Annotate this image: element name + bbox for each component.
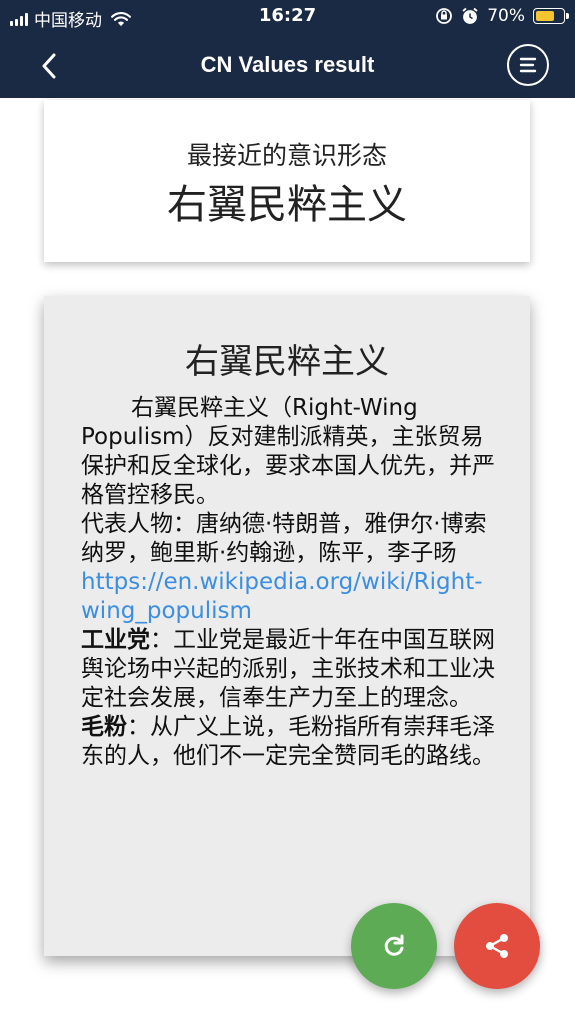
ideology-description-block: 右翼民粹主义（Right-Wing Populism）反对建制派精英，主张贸易保… (81, 394, 501, 771)
term-name: 毛粉 (81, 714, 127, 740)
rotation-lock-icon (436, 8, 453, 24)
share-button[interactable] (454, 903, 540, 989)
term-name: 工业党 (81, 627, 150, 653)
menu-icon (519, 57, 537, 73)
alarm-icon (462, 7, 478, 24)
app-header: 中国移动 16:27 70% CN Values result (0, 0, 575, 98)
closest-ideology-label: 最接近的意识形态 (186, 141, 387, 170)
closest-ideology-name: 右翼民粹主义 (167, 182, 407, 228)
term-definition: ：从广义上说，毛粉指所有崇拜毛泽东的人，他们不一定完全赞同毛的路线。 (81, 714, 495, 769)
refresh-button[interactable] (351, 903, 437, 989)
ideology-description: 右翼民粹主义（Right-Wing Populism）反对建制派精英，主张贸易保… (81, 395, 495, 508)
battery-icon (533, 8, 569, 24)
ideology-heading: 右翼民粹主义 (185, 342, 389, 382)
battery-percent: 70% (487, 6, 525, 26)
share-icon (486, 934, 508, 958)
page-title: CN Values result (200, 52, 375, 77)
closest-ideology-card: 最接近的意识形态 右翼民粹主义 (44, 100, 530, 262)
refresh-icon (384, 934, 404, 956)
navigation-bar: CN Values result (0, 36, 575, 96)
ideology-detail-card: 右翼民粹主义 右翼民粹主义（Right-Wing Populism）反对建制派精… (44, 296, 530, 956)
wikipedia-link[interactable]: https://en.wikipedia.org/wiki/Right-wing… (81, 568, 501, 626)
status-bar: 中国移动 16:27 70% (0, 0, 575, 32)
menu-button[interactable] (507, 44, 549, 86)
term-industrial-party: 工业党：工业党是最近十年在中国互联网舆论场中兴起的派别，主张技术和工业决定社会发… (81, 626, 501, 713)
representatives: 代表人物：唐纳德·特朗普，雅伊尔·博索纳罗，鲍里斯·约翰逊，陈平，李子旸 (81, 511, 487, 566)
term-mao-fans: 毛粉：从广义上说，毛粉指所有崇拜毛泽东的人，他们不一定完全赞同毛的路线。 (81, 713, 501, 771)
